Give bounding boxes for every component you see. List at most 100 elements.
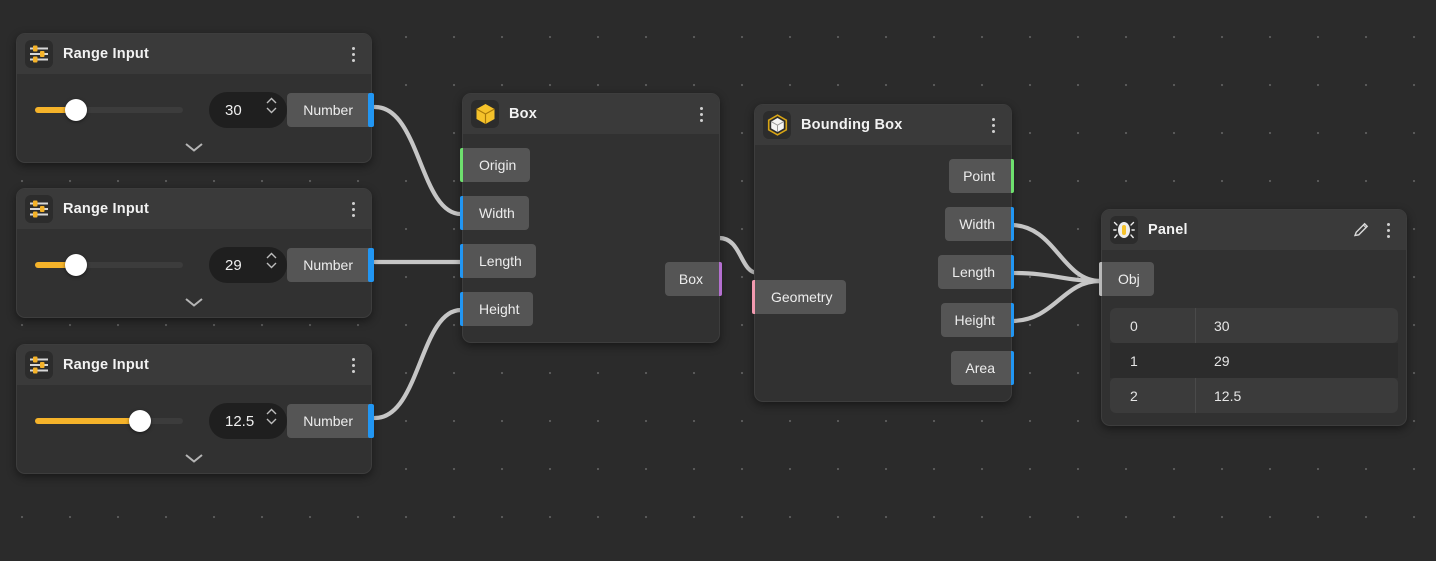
output-port-width[interactable]: Width (755, 207, 1011, 241)
port-plug (368, 404, 374, 438)
sliders-icon (25, 351, 53, 379)
input-port-origin[interactable]: Origin (463, 148, 719, 182)
kebab-menu-icon[interactable] (985, 114, 1001, 136)
node-header[interactable]: Range Input (17, 345, 371, 385)
chevron-down-icon (183, 296, 205, 308)
chevron-up-icon (266, 408, 277, 415)
node-body: Geometry Point Width Length Heig (755, 145, 1011, 385)
panel-data-table: 0 30 1 29 2 12.5 (1110, 308, 1398, 413)
row-value: 30 (1196, 308, 1398, 343)
port-label: Point (949, 159, 1011, 193)
kebab-menu-icon[interactable] (345, 43, 361, 65)
slider-fill (35, 418, 140, 424)
node-body: 30 Number (17, 74, 371, 162)
port-label: Origin (463, 148, 530, 182)
input-port-width[interactable]: Width (463, 196, 719, 230)
range-slider[interactable] (35, 106, 183, 114)
table-row[interactable]: 0 30 (1110, 308, 1398, 343)
range-control-row: 30 Number (17, 88, 371, 132)
kebab-menu-icon[interactable] (693, 103, 709, 125)
node-header[interactable]: Box (463, 94, 719, 134)
output-port-length[interactable]: Length (755, 255, 1011, 289)
value-text: 30 (225, 102, 242, 119)
range-slider[interactable] (35, 417, 183, 425)
bug-icon (1110, 216, 1138, 244)
row-index: 0 (1110, 308, 1196, 343)
output-port-number[interactable]: Number (287, 93, 371, 127)
value-text: 12.5 (225, 413, 254, 430)
sliders-icon (25, 40, 53, 68)
port-label: Area (951, 351, 1011, 385)
output-port-point[interactable]: Point (755, 159, 1011, 193)
node-body: 12.5 Number (17, 385, 371, 473)
row-index: 1 (1110, 343, 1196, 378)
wire-range3-to-box-height (375, 310, 461, 418)
node-header[interactable]: Panel (1102, 210, 1406, 250)
white-cube-icon (763, 111, 791, 139)
pencil-icon[interactable] (1352, 221, 1370, 239)
chevron-down-icon (183, 141, 205, 153)
expand-toggle[interactable] (17, 132, 371, 162)
chevron-down-icon (266, 418, 277, 425)
wire-bbox-height-to-panel (1011, 281, 1100, 321)
chevron-up-icon (266, 97, 277, 104)
port-label: Box (665, 262, 719, 296)
quantity-stepper[interactable] (266, 408, 277, 425)
table-row[interactable]: 1 29 (1110, 343, 1398, 378)
port-label: Height (463, 292, 533, 326)
node-bounding-box[interactable]: Bounding Box Geometry Point Width (754, 104, 1012, 402)
slider-thumb[interactable] (65, 99, 87, 121)
port-label: Length (463, 244, 536, 278)
wire-bbox-width-to-panel (1011, 225, 1100, 281)
kebab-menu-icon[interactable] (345, 198, 361, 220)
yellow-cube-icon (471, 100, 499, 128)
node-graph-canvas[interactable]: Range Input 30 Number (0, 0, 1436, 561)
value-field[interactable]: 29 (209, 247, 287, 283)
chevron-down-icon (266, 107, 277, 114)
value-field[interactable]: 30 (209, 92, 287, 128)
node-header[interactable]: Range Input (17, 34, 371, 74)
range-control-row: 12.5 Number (17, 399, 371, 443)
kebab-menu-icon[interactable] (345, 354, 361, 376)
expand-toggle[interactable] (17, 287, 371, 317)
output-port-number[interactable]: Number (287, 404, 371, 438)
expand-toggle[interactable] (17, 443, 371, 473)
port-label: Width (463, 196, 529, 230)
row-value: 29 (1196, 343, 1398, 378)
value-field[interactable]: 12.5 (209, 403, 287, 439)
row-index: 2 (1110, 378, 1196, 413)
output-port-number[interactable]: Number (287, 248, 371, 282)
output-port-height[interactable]: Height (755, 303, 1011, 337)
output-port-box[interactable]: Box (599, 262, 719, 296)
slider-thumb[interactable] (129, 410, 151, 432)
chevron-up-icon (266, 252, 277, 259)
range-slider[interactable] (35, 261, 183, 269)
node-range-input-3[interactable]: Range Input 12.5 Number (16, 344, 372, 474)
port-label: Height (941, 303, 1011, 337)
table-row[interactable]: 2 12.5 (1110, 378, 1398, 413)
node-header[interactable]: Range Input (17, 189, 371, 229)
row-value: 12.5 (1196, 378, 1398, 413)
node-box[interactable]: Box Origin Width Length Height (462, 93, 720, 343)
slider-thumb[interactable] (65, 254, 87, 276)
input-port-obj[interactable]: Obj (1102, 262, 1168, 296)
node-range-input-2[interactable]: Range Input 29 Number (16, 188, 372, 318)
port-label: Obj (1102, 262, 1154, 296)
quantity-stepper[interactable] (266, 97, 277, 114)
input-port-height[interactable]: Height (463, 292, 719, 326)
node-header[interactable]: Bounding Box (755, 105, 1011, 145)
wire-range1-to-box-width (375, 107, 461, 214)
node-title: Range Input (63, 201, 149, 217)
node-title: Range Input (63, 357, 149, 373)
range-control-row: 29 Number (17, 243, 371, 287)
node-title: Range Input (63, 46, 149, 62)
node-title: Panel (1148, 222, 1188, 238)
quantity-stepper[interactable] (266, 252, 277, 269)
value-text: 29 (225, 257, 242, 274)
output-port-area[interactable]: Area (755, 351, 1011, 385)
node-panel[interactable]: Panel Obj 0 30 1 (1101, 209, 1407, 426)
chevron-down-icon (266, 262, 277, 269)
kebab-menu-icon[interactable] (1380, 219, 1396, 241)
port-label: Length (938, 255, 1011, 289)
node-range-input-1[interactable]: Range Input 30 Number (16, 33, 372, 163)
